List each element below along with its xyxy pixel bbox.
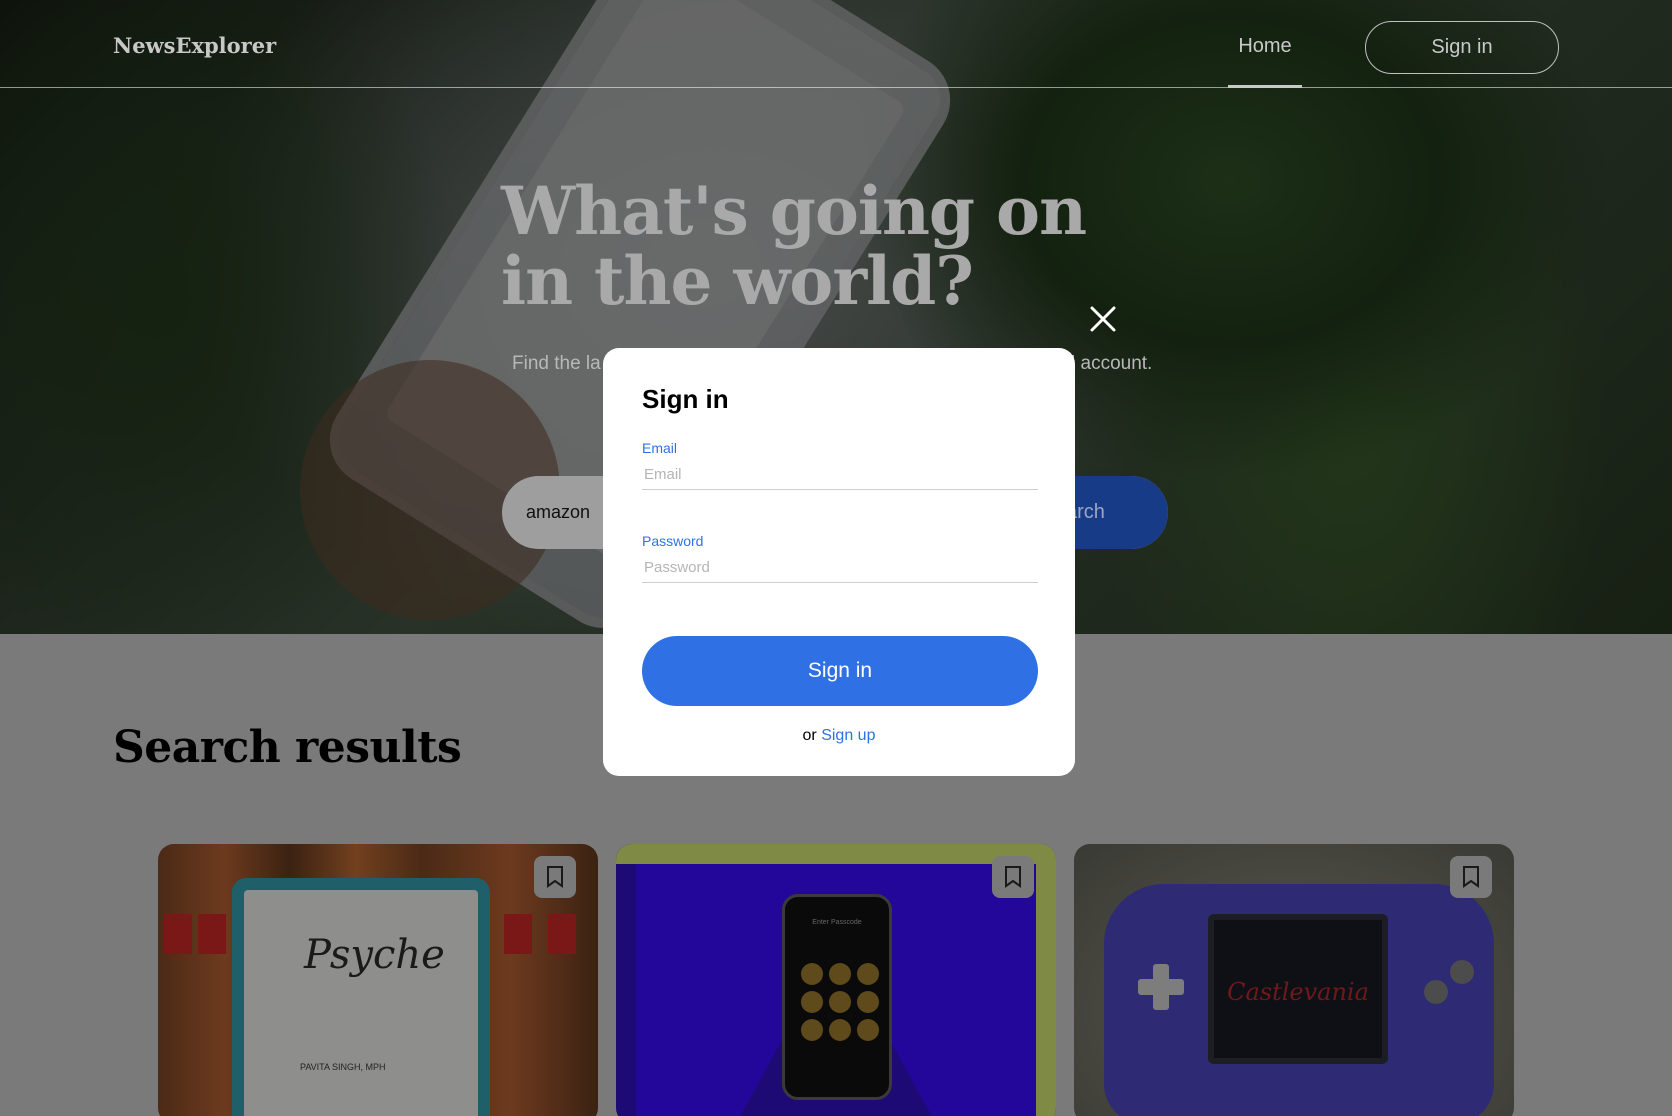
signin-modal: Sign in Email Password Sign in or Sign u… xyxy=(603,348,1075,776)
keypad-key xyxy=(857,991,879,1013)
bookmark-button[interactable] xyxy=(534,856,576,898)
gameboy-dpad xyxy=(1138,964,1184,1010)
ereader-author: PAVITA SINGH, MPH xyxy=(300,1062,386,1072)
site-logo[interactable]: NewsExplorer xyxy=(113,33,276,58)
phone-keypad xyxy=(801,963,879,1041)
gameboy-button xyxy=(1450,960,1474,984)
close-icon xyxy=(1090,306,1116,332)
signin-submit-button[interactable]: Sign in xyxy=(642,636,1038,706)
bookmark-button[interactable] xyxy=(992,856,1034,898)
search-input[interactable]: amazon xyxy=(526,502,590,523)
keypad-key xyxy=(801,1019,823,1041)
keypad-key xyxy=(829,963,851,985)
keypad-key xyxy=(829,1019,851,1041)
law-book-label xyxy=(548,914,576,954)
password-field[interactable] xyxy=(642,553,1038,583)
email-field[interactable] xyxy=(642,460,1038,490)
keypad-key xyxy=(801,963,823,985)
nav-home-link[interactable]: Home xyxy=(1228,0,1302,88)
signup-link[interactable]: Sign up xyxy=(821,727,875,744)
law-book-label xyxy=(164,914,192,954)
news-card[interactable]: Psyche PAVITA SINGH, MPH xyxy=(158,844,598,1116)
news-card[interactable]: Castlevania xyxy=(1074,844,1514,1116)
modal-title: Sign in xyxy=(642,384,729,414)
search-results-title: Search results xyxy=(113,722,462,773)
keypad-key xyxy=(829,991,851,1013)
card-image-border xyxy=(1036,844,1056,1116)
hero-title: What's going on in the world? xyxy=(501,172,1087,320)
game-logo: Castlevania xyxy=(1227,978,1369,1006)
email-label: Email xyxy=(642,440,678,456)
bookmark-icon xyxy=(1463,866,1479,888)
ereader-image: Psyche PAVITA SINGH, MPH xyxy=(232,878,490,1116)
signup-prefix: or xyxy=(802,727,817,744)
page: NewsExplorer Home Sign in What's going o… xyxy=(0,0,1672,1116)
hero-subtitle-left: Find the la xyxy=(512,353,601,374)
phone-passcode-label: Enter Passcode xyxy=(812,919,862,926)
keypad-key xyxy=(801,991,823,1013)
signup-prompt: or Sign up xyxy=(603,727,1075,745)
bookmark-icon xyxy=(547,866,563,888)
law-book-label xyxy=(198,914,226,954)
password-label: Password xyxy=(642,533,704,549)
law-book-label xyxy=(504,914,532,954)
bookmark-icon xyxy=(1005,866,1021,888)
site-header: NewsExplorer Home Sign in xyxy=(0,0,1672,88)
hero-subtitle-right: l account. xyxy=(1071,353,1153,374)
ereader-screen: Psyche PAVITA SINGH, MPH xyxy=(244,890,478,1116)
modal-close-button[interactable] xyxy=(1086,302,1120,336)
keypad-key xyxy=(857,963,879,985)
keypad-key xyxy=(857,1019,879,1041)
ereader-title: Psyche xyxy=(304,932,445,978)
nav-signin-button[interactable]: Sign in xyxy=(1365,21,1559,74)
card-image-border xyxy=(616,844,1056,864)
gameboy-screen: Castlevania xyxy=(1208,914,1388,1064)
gameboy-image: Castlevania xyxy=(1104,884,1494,1116)
gameboy-button xyxy=(1424,980,1448,1004)
news-card[interactable]: Enter Passcode xyxy=(616,844,1056,1116)
bookmark-button[interactable] xyxy=(1450,856,1492,898)
smartphone-image: Enter Passcode xyxy=(782,894,892,1100)
